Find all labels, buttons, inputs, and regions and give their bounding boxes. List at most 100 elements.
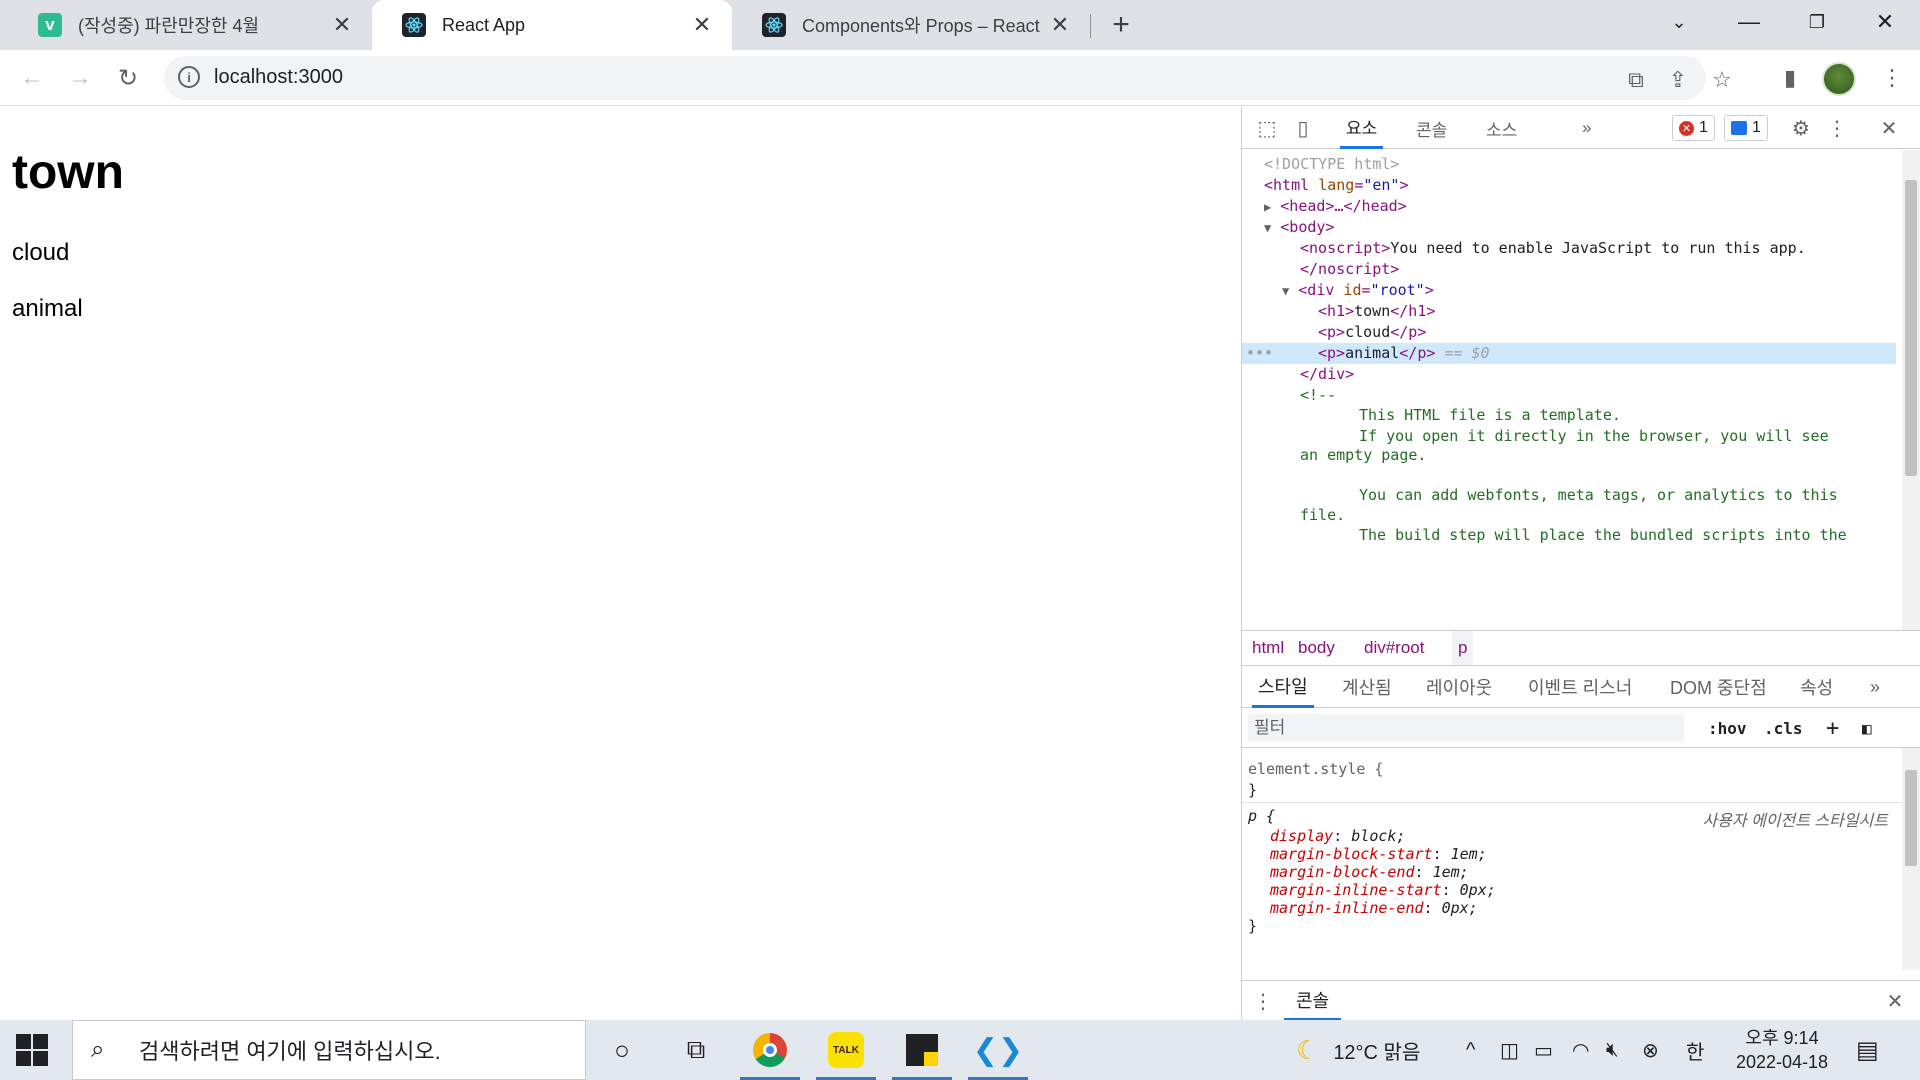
chrome-taskbar-icon[interactable] xyxy=(740,1026,800,1080)
back-icon[interactable]: ← xyxy=(14,60,50,96)
styles-scrollbar[interactable] xyxy=(1902,748,1920,970)
css-declaration[interactable]: display: block; xyxy=(1270,827,1405,845)
device-toolbar-icon[interactable]: ▯ xyxy=(1290,115,1316,141)
drawer-tab-console[interactable]: 콘솔 xyxy=(1284,981,1342,1021)
restore-icon[interactable]: ❐ xyxy=(1782,0,1852,44)
close-tab-icon[interactable]: ✕ xyxy=(328,11,356,39)
cls-toggle[interactable]: .cls xyxy=(1764,714,1803,742)
message-count-badge[interactable]: 1 xyxy=(1724,115,1768,141)
taskbar-clock[interactable]: 오후 9:14 2022-04-18 xyxy=(1722,1026,1842,1074)
tab-3[interactable]: Components와 Props – React ✕ xyxy=(732,0,1090,50)
dom-node-doctype[interactable]: <!DOCTYPE html> xyxy=(1242,154,1896,175)
breadcrumb-div-root[interactable]: div#root xyxy=(1358,631,1430,665)
new-tab-button[interactable]: + xyxy=(1104,8,1138,42)
tab-elements[interactable]: 요소 xyxy=(1340,107,1384,149)
minimize-icon[interactable]: — xyxy=(1714,0,1784,44)
dom-node-comment[interactable]: <!-- xyxy=(1242,385,1896,406)
node-text: town xyxy=(1354,302,1391,320)
battery-icon[interactable]: ▭ xyxy=(1534,1020,1553,1080)
breadcrumb-html[interactable]: html xyxy=(1246,631,1290,665)
expand-triangle-icon[interactable]: ▶ xyxy=(1264,200,1271,214)
dom-node-div-close[interactable]: </div> xyxy=(1242,364,1896,385)
dom-node-html[interactable]: <html lang="en"> xyxy=(1242,175,1896,196)
meet-now-icon[interactable]: ◫ xyxy=(1500,1020,1519,1080)
wifi-icon[interactable]: ◠ xyxy=(1572,1020,1589,1080)
tab-search-icon[interactable]: ⌄ xyxy=(1644,0,1714,44)
close-tab-icon[interactable]: ✕ xyxy=(688,11,716,39)
forward-icon[interactable]: → xyxy=(62,60,98,96)
tab-1[interactable]: v (작성중) 파란만장한 4월 ✕ xyxy=(8,0,372,50)
dom-node-p-selected[interactable]: ••• <p>animal</p> == $0 xyxy=(1242,343,1896,364)
close-drawer-icon[interactable]: ✕ xyxy=(1882,988,1908,1014)
menu-kebab-icon[interactable]: ⋮ xyxy=(1874,60,1910,96)
cortana-icon[interactable]: ○ xyxy=(592,1026,652,1074)
collapse-triangle-icon[interactable]: ▼ xyxy=(1282,284,1289,298)
address-bar[interactable]: i localhost:3000 ⧉ ⇪ ☆ xyxy=(164,56,1732,100)
element-style-rule[interactable]: element.style { xyxy=(1248,760,1383,778)
tab-dom-breakpoints[interactable]: DOM 중단점 xyxy=(1664,666,1773,708)
kakaotalk-taskbar-icon[interactable]: TALK xyxy=(816,1026,876,1080)
close-devtools-icon[interactable]: ✕ xyxy=(1876,115,1902,141)
tab-properties[interactable]: 속성 xyxy=(1794,666,1839,708)
close-window-icon[interactable]: ✕ xyxy=(1850,0,1920,44)
bookmark-star-icon[interactable]: ☆ xyxy=(1708,66,1736,94)
css-declaration[interactable]: margin-block-start: 1em; xyxy=(1270,845,1487,863)
dom-node-noscript-close[interactable]: </noscript> xyxy=(1242,259,1896,280)
taskbar-search-box[interactable]: ⌕ 검색하려면 여기에 입력하십시오. xyxy=(72,1020,586,1080)
dom-node-div-root[interactable]: ▼ <div id="root"> xyxy=(1242,280,1896,301)
node-options-icon[interactable]: ••• xyxy=(1246,343,1273,364)
more-tabs-icon[interactable]: » xyxy=(1576,107,1597,149)
breadcrumb-body[interactable]: body xyxy=(1292,631,1341,665)
hov-toggle[interactable]: :hov xyxy=(1708,714,1747,742)
devtools-menu-icon[interactable]: ⋮ xyxy=(1824,115,1850,141)
collapse-triangle-icon[interactable]: ▼ xyxy=(1264,221,1271,235)
css-declaration[interactable]: margin-block-end: 1em; xyxy=(1270,863,1469,881)
p-rule-selector[interactable]: p { xyxy=(1248,807,1275,825)
scrollbar-thumb[interactable] xyxy=(1905,770,1917,866)
show-hidden-icons[interactable]: ^ xyxy=(1466,1020,1475,1080)
dom-node-noscript[interactable]: <noscript>You need to enable JavaScript … xyxy=(1242,238,1896,259)
styles-filter-input[interactable] xyxy=(1248,714,1684,742)
side-panel-icon[interactable]: ▮ xyxy=(1772,60,1808,96)
settings-gear-icon[interactable]: ⚙ xyxy=(1788,115,1814,141)
toggle-sidebar-icon[interactable]: ◧ xyxy=(1862,714,1872,742)
share-icon[interactable]: ⇪ xyxy=(1664,66,1692,94)
styles-pane[interactable]: element.style { } p { 사용자 에이전트 스타일시트 dis… xyxy=(1242,748,1902,970)
tab-console[interactable]: 콘솔 xyxy=(1410,107,1453,149)
new-rule-icon[interactable]: + xyxy=(1826,714,1839,742)
tab-computed[interactable]: 계산됨 xyxy=(1336,666,1398,708)
notification-icon[interactable]: ▤ xyxy=(1856,1020,1879,1080)
tab-2[interactable]: React App ✕ xyxy=(372,0,732,50)
dom-node-body[interactable]: ▼ <body> xyxy=(1242,217,1896,238)
weather-widget[interactable]: ☾ 12°C 맑음 xyxy=(1296,1020,1420,1080)
scrollbar-thumb[interactable] xyxy=(1905,180,1917,476)
tab-sources[interactable]: 소스 xyxy=(1480,107,1523,149)
windows-start-icon[interactable] xyxy=(16,1034,48,1066)
error-count-badge[interactable]: ✕ 1 xyxy=(1672,115,1715,141)
css-declaration[interactable]: margin-inline-start: 0px; xyxy=(1270,881,1496,899)
drawer-menu-icon[interactable]: ⋮ xyxy=(1250,988,1276,1014)
volume-muted-icon[interactable]: 🔇︎ xyxy=(1606,1020,1619,1080)
breadcrumb-p[interactable]: p xyxy=(1452,631,1474,665)
task-view-icon[interactable]: ⧉ xyxy=(666,1026,726,1074)
vscode-taskbar-icon[interactable]: ❮❯ xyxy=(968,1026,1028,1080)
site-info-icon[interactable]: i xyxy=(178,66,200,88)
translate-icon[interactable]: ⧉ xyxy=(1622,66,1650,94)
dom-node-head[interactable]: ▶ <head>…</head> xyxy=(1242,196,1896,217)
close-tab-icon[interactable]: ✕ xyxy=(1046,11,1074,39)
inspect-element-icon[interactable]: ⬚ xyxy=(1254,115,1280,141)
reload-icon[interactable]: ↻ xyxy=(110,60,146,96)
dom-node-h1[interactable]: <h1>town</h1> xyxy=(1242,301,1896,322)
sticky-notes-taskbar-icon[interactable] xyxy=(892,1026,952,1080)
dom-tree[interactable]: <!DOCTYPE html> <html lang="en"> ▶ <head… xyxy=(1242,150,1902,630)
more-subtabs-icon[interactable]: » xyxy=(1864,666,1886,708)
dom-scrollbar[interactable] xyxy=(1902,150,1920,630)
tab-event-listeners[interactable]: 이벤트 리스너 xyxy=(1522,666,1638,708)
profile-avatar[interactable] xyxy=(1822,62,1856,96)
ime-indicator[interactable]: 한 xyxy=(1686,1020,1704,1080)
tab-layout[interactable]: 레이아웃 xyxy=(1420,666,1498,708)
no-sound-icon[interactable]: ⊗ xyxy=(1642,1020,1659,1080)
css-declaration[interactable]: margin-inline-end: 0px; xyxy=(1270,899,1478,917)
dom-node-p[interactable]: <p>cloud</p> xyxy=(1242,322,1896,343)
tab-styles[interactable]: 스타일 xyxy=(1252,666,1314,708)
